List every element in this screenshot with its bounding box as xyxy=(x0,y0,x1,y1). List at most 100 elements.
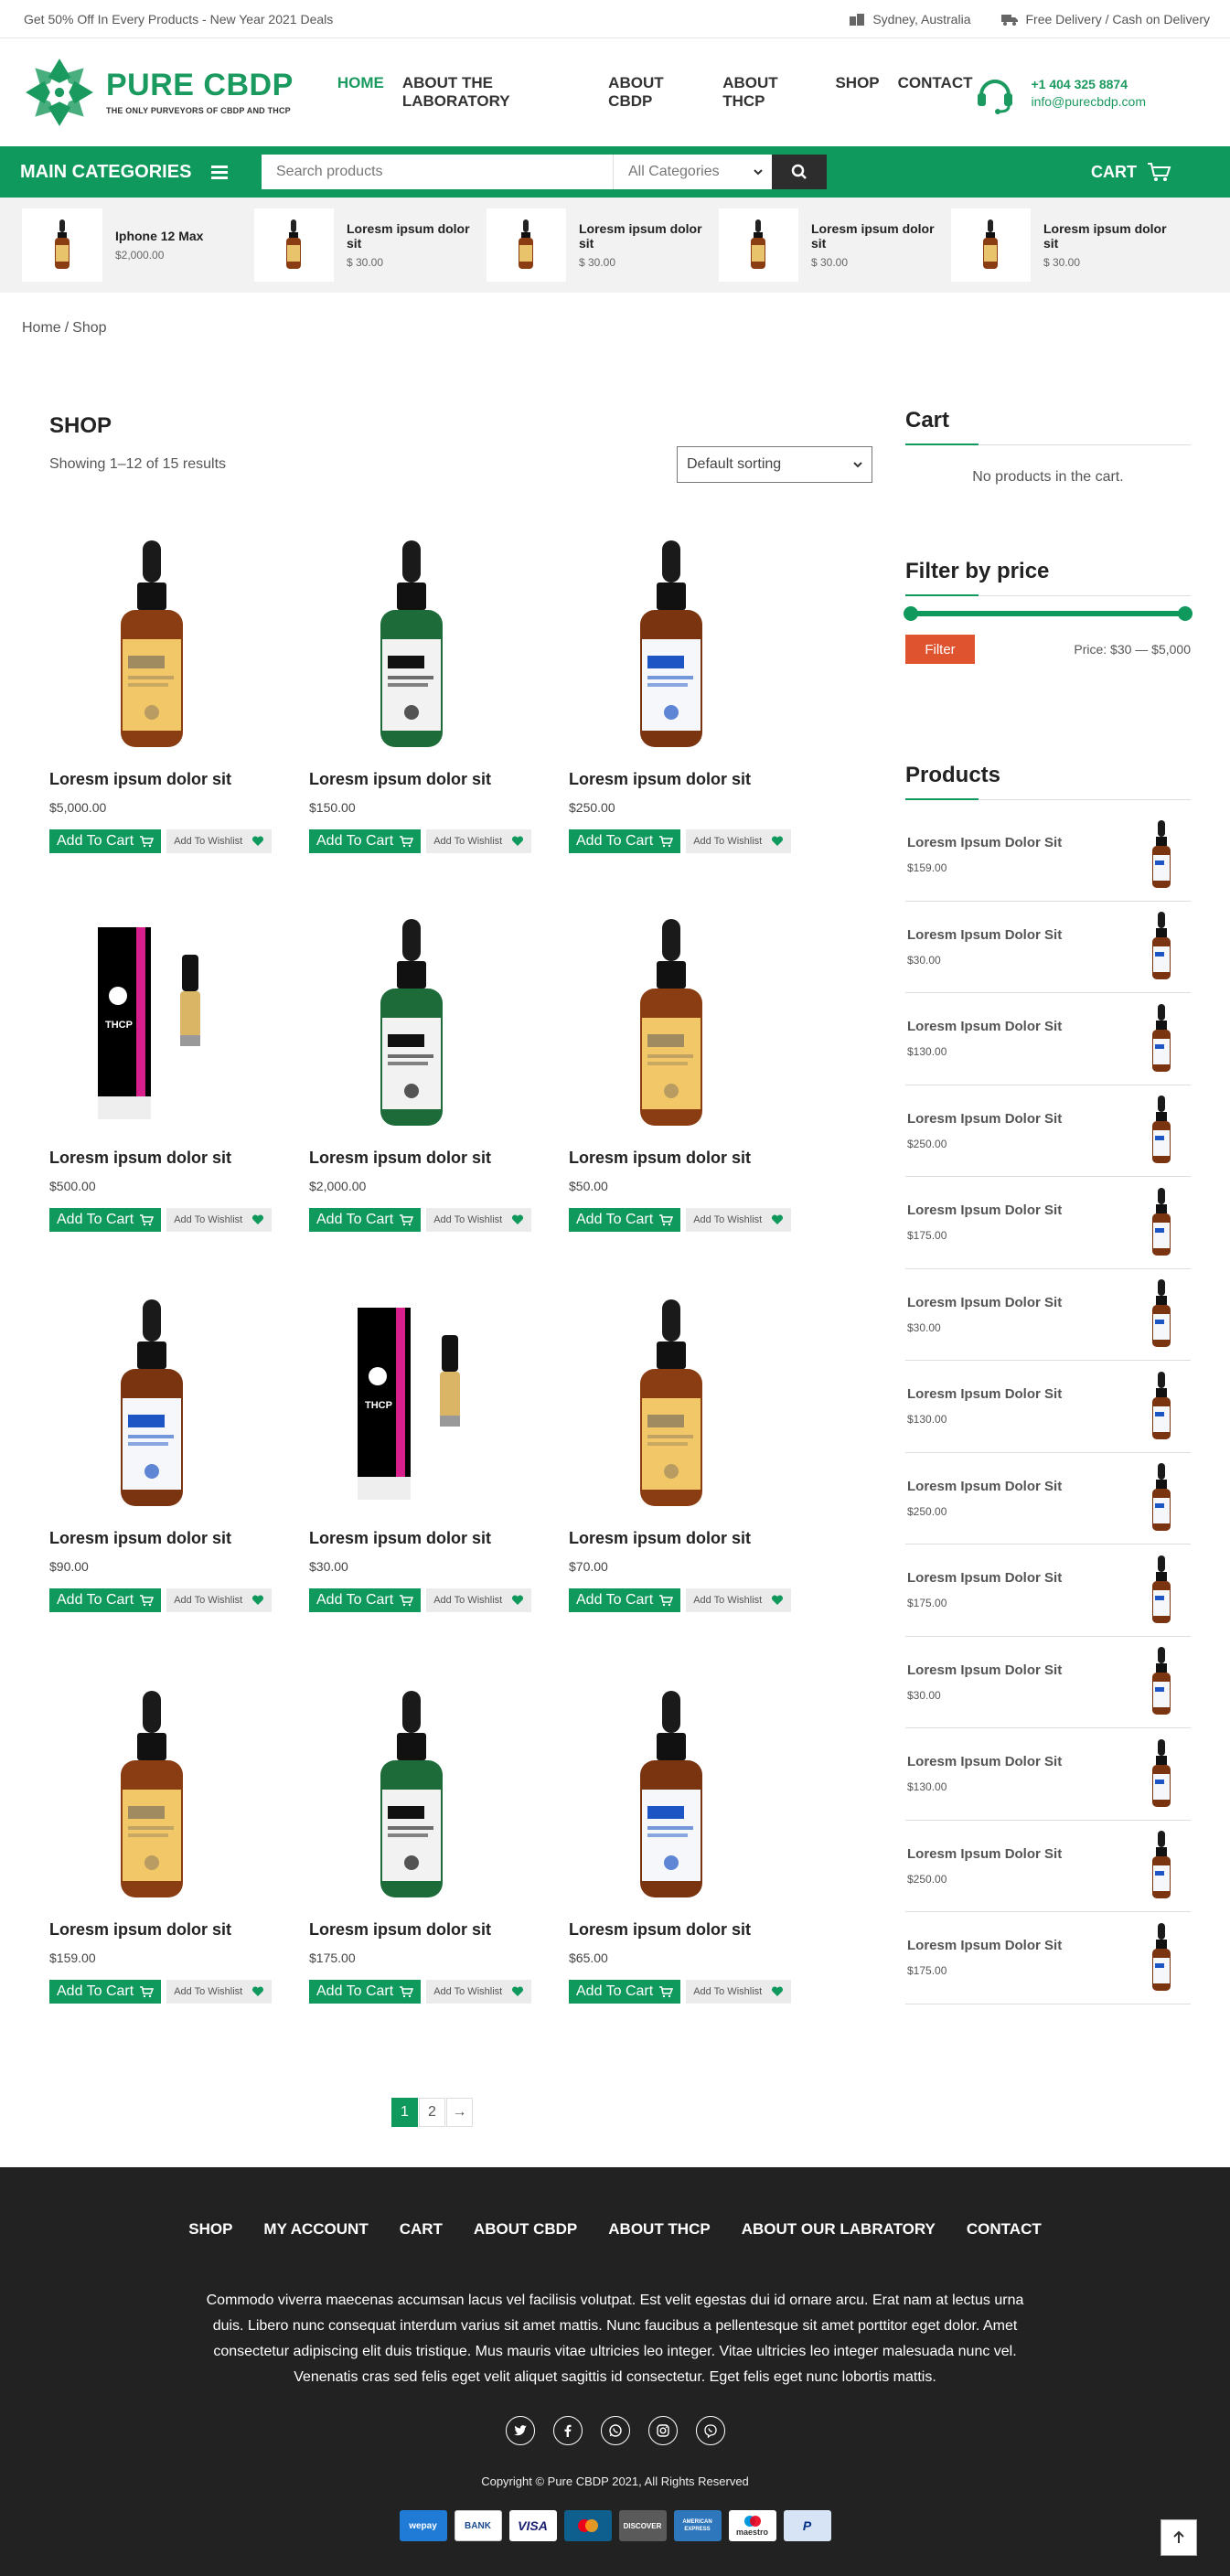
sidebar-product-title[interactable]: Loresm Ipsum Dolor Sit xyxy=(907,1846,1062,1862)
add-to-wishlist-button[interactable]: Add To Wishlist xyxy=(426,829,532,853)
sidebar-product-thumb[interactable] xyxy=(1134,1555,1189,1625)
sidebar-product-thumb[interactable] xyxy=(1134,1279,1189,1349)
sidebar-product-title[interactable]: Loresm Ipsum Dolor Sit xyxy=(907,1570,1062,1586)
product-title[interactable]: Loresm ipsum dolor sit xyxy=(569,1920,829,1940)
product-image[interactable] xyxy=(569,1675,829,1915)
sidebar-product-item[interactable]: Loresm Ipsum Dolor Sit $175.00 xyxy=(905,1545,1191,1637)
product-image[interactable] xyxy=(309,1675,569,1915)
sidebar-product-item[interactable]: Loresm Ipsum Dolor Sit $130.00 xyxy=(905,1361,1191,1453)
main-categories-toggle[interactable]: MAIN CATEGORIES xyxy=(20,162,262,183)
add-to-cart-button[interactable]: Add To Cart xyxy=(49,829,162,853)
sidebar-product-thumb[interactable] xyxy=(1134,1738,1189,1809)
sidebar-product-thumb[interactable] xyxy=(1134,1463,1189,1533)
sidebar-product-title[interactable]: Loresm Ipsum Dolor Sit xyxy=(907,1386,1062,1402)
sidebar-product-thumb[interactable] xyxy=(1134,1647,1189,1716)
sort-select[interactable]: Default sorting xyxy=(677,446,872,483)
add-to-cart-button[interactable]: Add To Cart xyxy=(309,1980,422,2004)
sidebar-product-item[interactable]: Loresm Ipsum Dolor Sit $250.00 xyxy=(905,1453,1191,1545)
sidebar-product-title[interactable]: Loresm Ipsum Dolor Sit xyxy=(907,927,1062,943)
sidebar-product-thumb[interactable] xyxy=(1134,1831,1189,1900)
sidebar-product-title[interactable]: Loresm Ipsum Dolor Sit xyxy=(907,1019,1062,1034)
page-2-button[interactable]: 2 xyxy=(419,2098,445,2127)
sidebar-product-thumb[interactable] xyxy=(1134,1371,1189,1441)
sidebar-product-thumb[interactable] xyxy=(1134,1922,1189,1993)
breadcrumb-home[interactable]: Home xyxy=(22,320,61,336)
contact-email[interactable]: info@purecbdp.com xyxy=(1031,94,1146,109)
filter-button[interactable]: Filter xyxy=(905,635,975,664)
nav-about-cbdp[interactable]: ABOUT CBDP xyxy=(608,74,704,111)
product-image[interactable] xyxy=(569,1284,829,1523)
whatsapp-link[interactable] xyxy=(600,2416,630,2445)
sidebar-product-item[interactable]: Loresm Ipsum Dolor Sit $175.00 xyxy=(905,1912,1191,2004)
product-title[interactable]: Loresm ipsum dolor sit xyxy=(309,1920,569,1940)
add-to-cart-button[interactable]: Add To Cart xyxy=(569,1208,681,1232)
sidebar-product-item[interactable]: Loresm Ipsum Dolor Sit $175.00 xyxy=(905,1177,1191,1269)
site-logo[interactable]: PURE CBDP THE ONLY PURVEYORS OF CBDP AND… xyxy=(22,55,316,130)
scroll-to-top-button[interactable] xyxy=(1160,2519,1197,2556)
product-image[interactable]: THCP xyxy=(49,903,309,1143)
contact-phone[interactable]: +1 404 325 8874 xyxy=(1031,77,1146,91)
sidebar-product-item[interactable]: Loresm Ipsum Dolor Sit $30.00 xyxy=(905,1637,1191,1728)
product-title[interactable]: Loresm ipsum dolor sit xyxy=(49,1920,309,1940)
featured-item[interactable]: Iphone 12 Max $2,000.00 xyxy=(22,208,254,282)
product-title[interactable]: Loresm ipsum dolor sit xyxy=(569,770,829,789)
search-button[interactable] xyxy=(772,155,827,189)
product-title[interactable]: Loresm ipsum dolor sit xyxy=(49,1149,309,1168)
footer-nav-about-cbdp[interactable]: ABOUT CBDP xyxy=(474,2220,577,2239)
product-image[interactable] xyxy=(309,903,569,1143)
add-to-cart-button[interactable]: Add To Cart xyxy=(569,829,681,853)
nav-about-thcp[interactable]: ABOUT THCP xyxy=(722,74,817,111)
sidebar-product-title[interactable]: Loresm Ipsum Dolor Sit xyxy=(907,1479,1062,1494)
sidebar-product-item[interactable]: Loresm Ipsum Dolor Sit $159.00 xyxy=(905,809,1191,902)
nav-about-laboratory[interactable]: ABOUT THE LABORATORY xyxy=(402,74,590,111)
viber-link[interactable] xyxy=(695,2416,725,2445)
product-title[interactable]: Loresm ipsum dolor sit xyxy=(309,1149,569,1168)
featured-item[interactable]: Loresm ipsum dolor sit $ 30.00 xyxy=(719,208,951,282)
product-title[interactable]: Loresm ipsum dolor sit xyxy=(309,770,569,789)
sidebar-product-title[interactable]: Loresm Ipsum Dolor Sit xyxy=(907,1938,1062,1953)
product-image[interactable]: THCP xyxy=(309,1284,569,1523)
sidebar-product-title[interactable]: Loresm Ipsum Dolor Sit xyxy=(907,1662,1062,1678)
sidebar-product-title[interactable]: Loresm Ipsum Dolor Sit xyxy=(907,1754,1062,1769)
product-title[interactable]: Loresm ipsum dolor sit xyxy=(49,1529,309,1548)
add-to-cart-button[interactable]: Add To Cart xyxy=(309,829,422,853)
next-page-button[interactable]: → xyxy=(446,2098,473,2127)
featured-item[interactable]: Loresm ipsum dolor sit $ 30.00 xyxy=(254,208,487,282)
add-to-cart-button[interactable]: Add To Cart xyxy=(309,1588,422,1612)
footer-nav-my-account[interactable]: MY ACCOUNT xyxy=(263,2220,368,2239)
footer-nav-cart[interactable]: CART xyxy=(400,2220,443,2239)
sidebar-product-thumb[interactable] xyxy=(1134,819,1189,890)
twitter-link[interactable] xyxy=(505,2416,535,2445)
sidebar-product-item[interactable]: Loresm Ipsum Dolor Sit $250.00 xyxy=(905,1821,1191,1912)
page-1-button[interactable]: 1 xyxy=(391,2098,418,2127)
add-to-wishlist-button[interactable]: Add To Wishlist xyxy=(686,1980,792,2004)
add-to-cart-button[interactable]: Add To Cart xyxy=(49,1208,162,1232)
sidebar-product-thumb[interactable] xyxy=(1134,1003,1189,1074)
price-range-slider[interactable] xyxy=(904,606,1193,621)
sidebar-product-title[interactable]: Loresm Ipsum Dolor Sit xyxy=(907,1295,1062,1310)
add-to-cart-button[interactable]: Add To Cart xyxy=(569,1980,681,2004)
featured-item[interactable]: Loresm ipsum dolor sit $ 30.00 xyxy=(487,208,719,282)
add-to-wishlist-button[interactable]: Add To Wishlist xyxy=(166,1588,273,1612)
add-to-wishlist-button[interactable]: Add To Wishlist xyxy=(426,1980,532,2004)
product-image[interactable] xyxy=(309,525,569,764)
sidebar-product-item[interactable]: Loresm Ipsum Dolor Sit $30.00 xyxy=(905,902,1191,993)
add-to-wishlist-button[interactable]: Add To Wishlist xyxy=(426,1208,532,1232)
instagram-link[interactable] xyxy=(647,2416,678,2445)
product-image[interactable] xyxy=(49,1284,309,1523)
sidebar-product-thumb[interactable] xyxy=(1134,912,1189,981)
add-to-wishlist-button[interactable]: Add To Wishlist xyxy=(166,829,273,853)
nav-home[interactable]: HOME xyxy=(337,74,384,111)
sidebar-product-title[interactable]: Loresm Ipsum Dolor Sit xyxy=(907,1202,1062,1218)
add-to-wishlist-button[interactable]: Add To Wishlist xyxy=(686,1588,792,1612)
sidebar-product-title[interactable]: Loresm Ipsum Dolor Sit xyxy=(907,1111,1062,1127)
slider-handle-max[interactable] xyxy=(1178,606,1193,621)
footer-nav-shop[interactable]: SHOP xyxy=(188,2220,232,2239)
footer-nav-contact[interactable]: CONTACT xyxy=(967,2220,1042,2239)
nav-shop[interactable]: SHOP xyxy=(835,74,879,111)
add-to-cart-button[interactable]: Add To Cart xyxy=(309,1208,422,1232)
product-image[interactable] xyxy=(49,1675,309,1915)
sidebar-product-item[interactable]: Loresm Ipsum Dolor Sit $130.00 xyxy=(905,993,1191,1085)
sidebar-product-item[interactable]: Loresm Ipsum Dolor Sit $250.00 xyxy=(905,1085,1191,1177)
sidebar-product-item[interactable]: Loresm Ipsum Dolor Sit $130.00 xyxy=(905,1728,1191,1821)
